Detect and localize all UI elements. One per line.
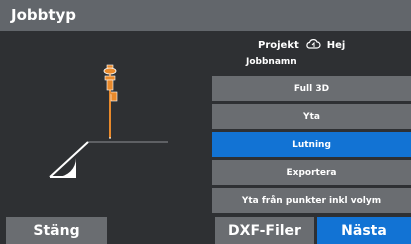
close-button[interactable]: Stäng — [6, 217, 107, 244]
menu-item-label: Full 3D — [293, 83, 330, 94]
menu-item-label: Lutning — [292, 139, 331, 150]
job-type-dialog: Jobbtyp Projekt Hej Jobbnamn Full 3D Yta… — [0, 0, 411, 244]
job-name-label: Jobbnamn — [246, 57, 297, 67]
gnss-rover-pole-icon — [103, 64, 118, 139]
close-button-label: Stäng — [33, 222, 80, 239]
menu-item-yta[interactable]: Yta — [212, 104, 411, 129]
slope-illustration — [49, 64, 168, 178]
dxf-files-button-label: DXF-Filer — [228, 222, 301, 239]
project-label: Projekt — [258, 40, 299, 51]
dialog-title: Jobbtyp — [11, 6, 77, 24]
menu-item-label: Yta — [303, 111, 320, 122]
menu-item-lutning[interactable]: Lutning — [212, 132, 411, 157]
dxf-files-button[interactable]: DXF-Filer — [215, 217, 314, 244]
menu-item-full-3d[interactable]: Full 3D — [212, 76, 411, 101]
next-button-label: Nästa — [341, 222, 387, 239]
menu-item-yta-fran-punkter[interactable]: Yta från punkter inkl volym — [212, 188, 411, 213]
slope-line — [49, 141, 89, 178]
project-info: Projekt Hej — [258, 39, 345, 51]
next-button[interactable]: Nästa — [317, 217, 411, 244]
cloud-sync-icon — [306, 39, 321, 49]
project-name: Hej — [326, 40, 346, 51]
title-bar: Jobbtyp — [0, 0, 411, 31]
menu-item-label: Yta från punkter inkl volym — [241, 195, 382, 206]
menu-item-label: Exportera — [286, 167, 337, 178]
menu-item-exportera[interactable]: Exportera — [212, 160, 411, 185]
